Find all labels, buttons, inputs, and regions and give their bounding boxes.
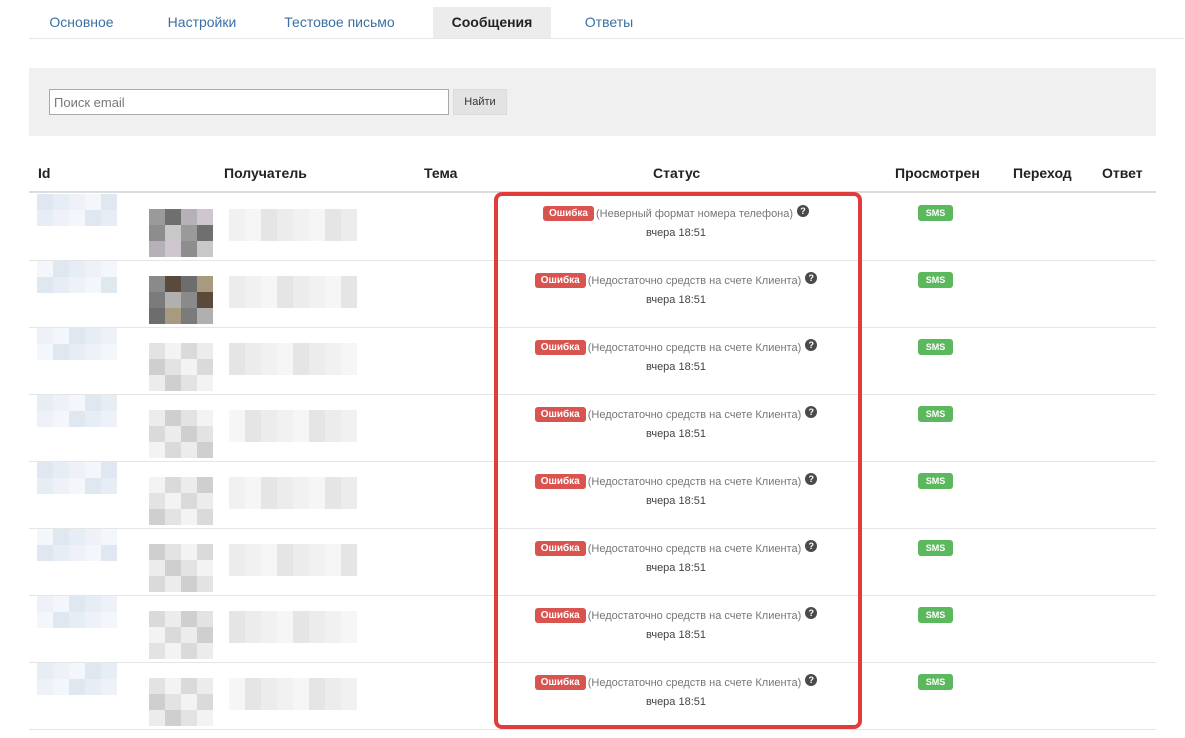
- status-time: вчера 18:51: [645, 361, 707, 373]
- table-header: Id Получатель Тема Статус Просмотрен Пер…: [29, 155, 1156, 193]
- id-redacted: [37, 596, 117, 628]
- question-circle-icon[interactable]: ?: [805, 606, 818, 619]
- avatar-redacted: [149, 678, 213, 726]
- recipient-redacted: [229, 678, 357, 710]
- avatar-redacted: [149, 611, 213, 659]
- column-header-status[interactable]: Статус: [653, 165, 700, 181]
- table-row[interactable]: Ошибка (Недостаточно средств на счете Кли…: [29, 462, 1156, 529]
- status-time: вчера 18:51: [645, 227, 707, 239]
- recipient-redacted: [229, 477, 357, 509]
- error-badge: Ошибка: [534, 675, 586, 690]
- status-cell: Ошибка (Недостаточно средств на счете Кли…: [495, 338, 857, 355]
- tab-basic[interactable]: Основное: [29, 7, 134, 38]
- table-row[interactable]: Ошибка (Недостаточно средств на счете Кли…: [29, 529, 1156, 596]
- id-redacted: [37, 462, 117, 494]
- tab-messages[interactable]: Сообщения: [433, 7, 551, 38]
- status-reason: (Неверный формат номера телефона): [595, 207, 794, 220]
- status-reason: (Недостаточно средств на счете Клиента): [587, 676, 802, 689]
- id-redacted: [37, 328, 117, 360]
- column-header-recipient[interactable]: Получатель: [224, 165, 307, 181]
- question-circle-icon[interactable]: ?: [805, 539, 818, 552]
- status-reason: (Недостаточно средств на счете Клиента): [587, 408, 802, 421]
- tab-test-email[interactable]: Тестовое письмо: [277, 7, 402, 38]
- sms-badge: SMS: [918, 607, 953, 623]
- id-redacted: [37, 529, 117, 561]
- column-header-click[interactable]: Переход: [1013, 165, 1072, 181]
- sms-badge: SMS: [918, 540, 953, 556]
- sms-badge: SMS: [918, 205, 953, 221]
- table-row[interactable]: Ошибка (Недостаточно средств на счете Кли…: [29, 328, 1156, 395]
- status-cell: Ошибка (Недостаточно средств на счете Кли…: [495, 472, 857, 489]
- error-badge: Ошибка: [534, 474, 586, 489]
- status-reason: (Недостаточно средств на счете Клиента): [587, 542, 802, 555]
- recipient-redacted: [229, 276, 357, 308]
- status-cell: Ошибка (Недостаточно средств на счете Кли…: [495, 405, 857, 422]
- status-cell: Ошибка (Недостаточно средств на счете Кли…: [495, 539, 857, 556]
- error-badge: Ошибка: [534, 273, 586, 288]
- error-badge: Ошибка: [542, 206, 594, 221]
- recipient-redacted: [229, 209, 357, 241]
- status-time: вчера 18:51: [645, 294, 707, 306]
- status-time: вчера 18:51: [645, 629, 707, 641]
- sms-badge: SMS: [918, 406, 953, 422]
- table-row[interactable]: Ошибка (Неверный формат номера телефона)?…: [29, 194, 1156, 261]
- question-circle-icon[interactable]: ?: [805, 338, 818, 351]
- avatar-redacted: [149, 410, 213, 458]
- status-time: вчера 18:51: [645, 696, 707, 708]
- avatar-redacted: [149, 477, 213, 525]
- status-time: вчера 18:51: [645, 562, 707, 574]
- id-redacted: [37, 395, 117, 427]
- status-reason: (Недостаточно средств на счете Клиента): [587, 274, 802, 287]
- sms-badge: SMS: [918, 674, 953, 690]
- avatar-redacted: [149, 209, 213, 257]
- id-redacted: [37, 663, 117, 695]
- column-header-id[interactable]: Id: [38, 165, 50, 181]
- id-redacted: [37, 261, 117, 293]
- question-circle-icon[interactable]: ?: [805, 673, 818, 686]
- sms-badge: SMS: [918, 473, 953, 489]
- avatar-redacted: [149, 544, 213, 592]
- sms-badge: SMS: [918, 272, 953, 288]
- recipient-redacted: [229, 611, 357, 643]
- status-cell: Ошибка (Недостаточно средств на счете Кли…: [495, 271, 857, 288]
- column-header-viewed[interactable]: Просмотрен: [895, 165, 980, 181]
- recipient-redacted: [229, 410, 357, 442]
- column-header-reply[interactable]: Ответ: [1102, 165, 1143, 181]
- search-email-input[interactable]: [49, 89, 449, 115]
- search-panel: Найти: [29, 68, 1156, 136]
- status-cell: Ошибка (Неверный формат номера телефона)?: [495, 204, 857, 221]
- question-circle-icon[interactable]: ?: [805, 271, 818, 284]
- sms-badge: SMS: [918, 339, 953, 355]
- error-badge: Ошибка: [534, 407, 586, 422]
- table-row[interactable]: Ошибка (Недостаточно средств на счете Кли…: [29, 261, 1156, 328]
- status-cell: Ошибка (Недостаточно средств на счете Кли…: [495, 606, 857, 623]
- recipient-redacted: [229, 343, 357, 375]
- question-circle-icon[interactable]: ?: [805, 472, 818, 485]
- table-row[interactable]: Ошибка (Недостаточно средств на счете Кли…: [29, 663, 1156, 730]
- recipient-redacted: [229, 544, 357, 576]
- question-circle-icon[interactable]: ?: [797, 204, 810, 217]
- id-redacted: [37, 194, 117, 226]
- status-reason: (Недостаточно средств на счете Клиента): [587, 475, 802, 488]
- error-badge: Ошибка: [534, 340, 586, 355]
- status-reason: (Недостаточно средств на счете Клиента): [587, 609, 802, 622]
- table-row[interactable]: Ошибка (Недостаточно средств на счете Кли…: [29, 596, 1156, 663]
- status-time: вчера 18:51: [645, 495, 707, 507]
- table-row[interactable]: Ошибка (Недостаточно средств на счете Кли…: [29, 395, 1156, 462]
- status-time: вчера 18:51: [645, 428, 707, 440]
- question-circle-icon[interactable]: ?: [805, 405, 818, 418]
- column-header-subject[interactable]: Тема: [424, 165, 457, 181]
- avatar-redacted: [149, 343, 213, 391]
- tab-settings[interactable]: Настройки: [152, 7, 252, 38]
- tab-bar: Основное Настройки Тестовое письмо Сообщ…: [29, 7, 1184, 39]
- avatar-redacted: [149, 276, 213, 324]
- status-cell: Ошибка (Недостаточно средств на счете Кли…: [495, 673, 857, 690]
- status-reason: (Недостаточно средств на счете Клиента): [587, 341, 802, 354]
- error-badge: Ошибка: [534, 608, 586, 623]
- error-badge: Ошибка: [534, 541, 586, 556]
- search-button[interactable]: Найти: [453, 89, 507, 115]
- tab-answers[interactable]: Ответы: [569, 7, 649, 38]
